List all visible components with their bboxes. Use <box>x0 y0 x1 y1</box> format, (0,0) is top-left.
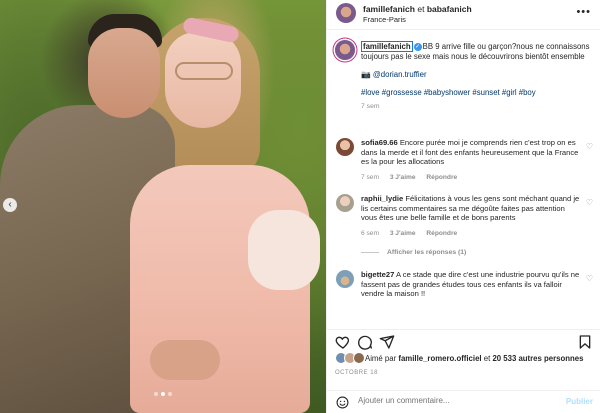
photo-hands <box>150 340 220 380</box>
comment-likes[interactable]: 3 J'aime <box>390 174 416 181</box>
comment-input[interactable] <box>358 396 548 405</box>
comment-username[interactable]: raphii_lydie <box>361 194 403 203</box>
photo-woman-arm <box>248 210 320 290</box>
carousel-dot-active <box>161 392 165 396</box>
comment-avatar[interactable] <box>336 138 354 156</box>
coauthor-username[interactable]: babafanich <box>427 4 472 14</box>
caption-time: 7 sem <box>361 103 380 110</box>
view-replies-label[interactable]: Afficher les réponses (1) <box>387 249 466 256</box>
comment-text: A ce stade que dire c'est une industrie … <box>361 270 580 299</box>
like-comment-heart-icon[interactable]: ♡ <box>586 198 593 207</box>
avatar[interactable] <box>336 3 356 23</box>
comment-meta: 7 sem 3 J'aime Répondre <box>361 174 466 181</box>
previous-image-button[interactable]: ‹ <box>3 198 17 212</box>
post-photo[interactable]: ‹ <box>0 0 326 413</box>
likes-prefix: Aimé par <box>365 354 397 363</box>
post-authors: famillefanich et babafanich <box>363 4 472 14</box>
post-location[interactable]: France-Paris <box>363 15 406 24</box>
post-panel: famillefanich et babafanich France-Paris… <box>326 0 600 413</box>
more-options-icon[interactable]: ••• <box>576 6 591 18</box>
carousel-dot <box>154 392 158 396</box>
like-heart-icon[interactable] <box>335 334 351 350</box>
liker-avatar <box>353 352 365 364</box>
caption-hashtags[interactable]: #love #grossesse #babyshower #sunset #gi… <box>361 88 597 98</box>
comment-likes[interactable]: 3 J'aime <box>390 230 416 237</box>
comment-avatar[interactable] <box>336 270 354 288</box>
view-replies-button[interactable]: Afficher les réponses (1) <box>361 249 466 256</box>
emoji-icon[interactable] <box>336 396 349 409</box>
photo-man-face <box>88 28 160 118</box>
comment-reply-button[interactable]: Répondre <box>426 230 457 237</box>
liker-username[interactable]: famille_romero.officiel <box>398 354 481 363</box>
verified-badge-icon: ✓ <box>413 42 422 51</box>
photo-credit-link[interactable]: 📷 @dorian.truffier <box>361 70 597 80</box>
comment-icon[interactable] <box>357 334 373 350</box>
caption-avatar[interactable] <box>335 40 355 60</box>
publish-button[interactable]: Publier <box>566 397 593 406</box>
author-username[interactable]: famillefanich <box>363 4 415 14</box>
likes-and: et <box>483 354 491 363</box>
likes-count[interactable]: 20 533 autres personnes <box>492 354 583 363</box>
comment-username[interactable]: sofia69.66 <box>361 138 398 147</box>
comment-time: 6 sem <box>361 230 379 237</box>
post-actions <box>327 329 600 350</box>
comment-reply-button[interactable]: Répondre <box>426 174 457 181</box>
comment-username[interactable]: bigette27 <box>361 270 394 279</box>
save-bookmark-icon[interactable] <box>577 334 593 350</box>
like-comment-heart-icon[interactable]: ♡ <box>586 142 593 151</box>
caption-username[interactable]: famillefanich <box>361 41 413 52</box>
liker-avatars <box>335 352 365 364</box>
view-replies-dash <box>361 251 379 253</box>
like-comment-heart-icon[interactable]: ♡ <box>586 274 593 283</box>
share-icon[interactable] <box>379 334 395 350</box>
likes-summary[interactable]: Aimé par famille_romero.officiel et 20 5… <box>335 352 597 366</box>
add-comment-bar: Publier <box>327 390 600 413</box>
comment-avatar[interactable] <box>336 194 354 212</box>
carousel-dots <box>154 392 172 396</box>
comment-time: 7 sem <box>361 174 379 181</box>
post-date: OCTOBRE 18 <box>335 370 378 376</box>
authors-separator: et <box>417 4 425 14</box>
comment-meta: 6 sem 3 J'aime Répondre <box>361 230 466 237</box>
photo-woman-face <box>165 32 241 128</box>
photo-glasses <box>175 62 233 80</box>
post-header: famillefanich et babafanich France-Paris… <box>327 0 600 30</box>
carousel-dot <box>168 392 172 396</box>
